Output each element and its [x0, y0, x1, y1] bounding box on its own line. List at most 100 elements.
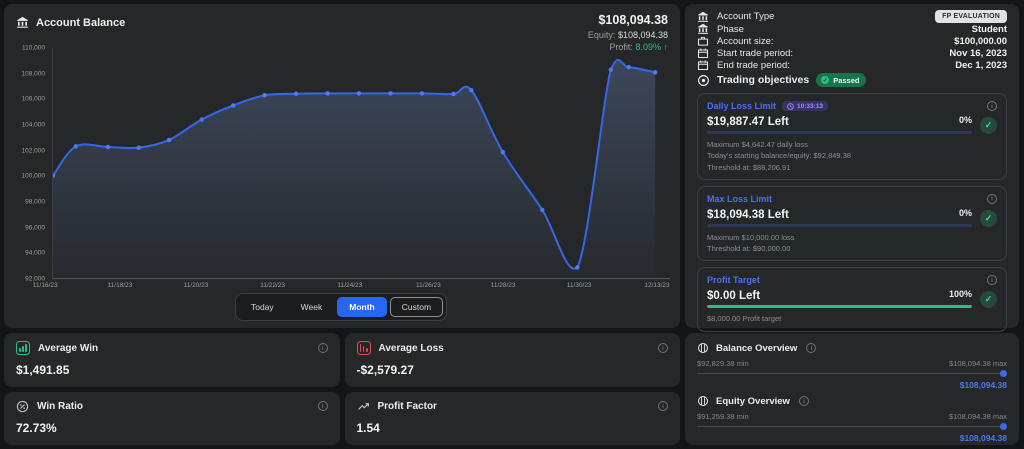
profit-target-percent: 100% [949, 289, 972, 302]
profit-factor-label: Profit Factor [378, 401, 437, 412]
bank-icon [16, 16, 29, 29]
equity-slider-handle[interactable] [1000, 423, 1007, 430]
chart-plot[interactable] [52, 48, 670, 279]
daily-loss-amount: $19,887.47 Left [707, 116, 789, 128]
chart-title-group: Account Balance [12, 12, 125, 29]
coins-icon [697, 342, 709, 354]
equity-min: $91,259.38 min [697, 412, 749, 421]
average-loss-card: Average Loss i -$2,579.27 [345, 333, 681, 387]
bank-icon [697, 23, 709, 35]
dashboard: Account Balance $108,094.38 Equity: $108… [0, 0, 1024, 449]
info-icon[interactable]: i [799, 396, 809, 406]
profit-target-amount: $0.00 Left [707, 290, 760, 302]
phase-label: Phase [717, 24, 744, 35]
x-tick: 11/22/23 [260, 282, 285, 289]
objective-passed-check-icon: ✓ [980, 210, 997, 227]
win-ratio-card: Win Ratio i 72.73% [4, 392, 340, 446]
info-icon[interactable]: i [987, 101, 997, 111]
daily-reset-timer: 10:33:13 [782, 101, 828, 111]
y-tick: 104,000 [22, 121, 46, 128]
end-period-row: End trade period: Dec 1, 2023 [697, 59, 1007, 71]
daily-loss-details: Maximum $4,642.47 daily loss Today's sta… [707, 139, 997, 173]
y-tick: 106,000 [22, 96, 46, 103]
max-loss-limit-card: i Max Loss Limit $18,094.38 Left0% ✓ Max… [697, 186, 1007, 262]
info-icon[interactable]: i [318, 343, 328, 353]
chart-y-axis: 110,000108,000106,000104,000102,000100,0… [12, 48, 52, 279]
trend-up-icon [357, 400, 370, 413]
average-loss-label: Average Loss [379, 343, 444, 354]
balance-min: $92,829.38 min [697, 359, 749, 368]
balance-overview-title: Balance Overview [716, 343, 797, 354]
x-tick: 11/16/23 [33, 282, 58, 289]
average-win-label: Average Win [38, 343, 98, 354]
win-ratio-value: 72.73% [16, 421, 328, 437]
average-win-card: Average Win i $1,491.85 [4, 333, 340, 387]
equity-current-value: $108,094.38 [697, 433, 1007, 443]
start-period-row: Start trade period: Nov 16, 2023 [697, 47, 1007, 59]
info-icon[interactable]: i [318, 401, 328, 411]
target-icon [697, 74, 710, 87]
range-today-button[interactable]: Today [239, 297, 286, 317]
range-custom-button[interactable]: Custom [390, 297, 443, 317]
average-win-value: $1,491.85 [16, 363, 328, 379]
objective-passed-check-icon: ✓ [980, 291, 997, 308]
profit-factor-card: Profit Factor i 1.54 [345, 392, 681, 446]
y-tick: 94,000 [25, 250, 45, 257]
y-tick: 102,000 [22, 147, 46, 154]
info-icon[interactable]: i [658, 401, 668, 411]
average-loss-value: -$2,579.27 [357, 363, 669, 379]
x-tick: 11/26/23 [416, 282, 441, 289]
phase-value: Student [972, 24, 1007, 35]
y-tick: 108,000 [22, 70, 46, 77]
account-type-label: Account Type [717, 11, 774, 22]
equity-overview-title: Equity Overview [716, 396, 790, 407]
x-tick: 11/24/23 [337, 282, 362, 289]
win-ratio-label: Win Ratio [37, 401, 83, 412]
clock-icon [787, 103, 794, 110]
card-title-row: Profit Target [707, 275, 997, 285]
info-icon[interactable]: i [987, 194, 997, 204]
start-period-value: Nov 16, 2023 [949, 48, 1007, 59]
phase-row: Phase Student [697, 23, 1007, 35]
balance-slider [697, 370, 1007, 377]
card-main: $18,094.38 Left0% ✓ [707, 208, 997, 227]
y-tick: 96,000 [25, 224, 45, 231]
stats-grid: Average Win i $1,491.85 Average Loss i -… [4, 333, 680, 445]
x-tick: 11/18/23 [108, 282, 133, 289]
end-period-label: End trade period: [717, 60, 790, 71]
info-icon[interactable]: i [806, 343, 816, 353]
equity-line: Equity: $108,094.38 [588, 29, 668, 41]
card-title-row: Daily Loss Limit 10:33:13 [707, 101, 997, 111]
balance-slider-handle[interactable] [1000, 370, 1007, 377]
percent-circle-icon [16, 400, 29, 413]
passed-check-icon: ✓ [821, 76, 829, 84]
daily-loss-limit-title: Daily Loss Limit [707, 101, 776, 111]
profit-target-title: Profit Target [707, 275, 760, 285]
daily-loss-limit-card: i Daily Loss Limit 10:33:13 $19,887.47 L… [697, 93, 1007, 180]
briefcase-icon [697, 35, 709, 47]
x-tick: 12/13/23 [644, 282, 669, 289]
card-main: $19,887.47 Left 0% ✓ [707, 115, 997, 134]
daily-loss-percent: 0% [959, 115, 972, 128]
info-icon[interactable]: i [658, 343, 668, 353]
panel-title: Account Balance [36, 17, 125, 29]
range-month-button[interactable]: Month [337, 297, 387, 317]
card-title-row: Max Loss Limit [707, 194, 997, 204]
profit-factor-value: 1.54 [357, 421, 669, 437]
range-week-button[interactable]: Week [289, 297, 335, 317]
profit-target-card: i Profit Target $0.00 Left100% ✓ $8,000.… [697, 267, 1007, 331]
calendar-icon [697, 59, 709, 71]
account-type-row: Account Type FP EVALUATION [697, 10, 1007, 23]
max-loss-percent: 0% [959, 208, 972, 221]
objectives-title: Trading objectives [717, 74, 809, 86]
overview-panel: Balance Overview i $92,829.38 min $108,0… [685, 333, 1019, 445]
objective-passed-check-icon: ✓ [980, 117, 997, 134]
balance-current-value: $108,094.38 [697, 380, 1007, 390]
max-loss-progressbar [707, 224, 972, 227]
range-selector: Today Week Month Custom [235, 293, 447, 321]
daily-loss-progressbar [707, 131, 972, 134]
balance-figures: $108,094.38 Equity: $108,094.38 Profit: … [588, 12, 670, 53]
end-period-value: Dec 1, 2023 [955, 60, 1007, 71]
account-size-row: Account size: $100,000.00 [697, 35, 1007, 47]
bank-icon [697, 11, 709, 23]
